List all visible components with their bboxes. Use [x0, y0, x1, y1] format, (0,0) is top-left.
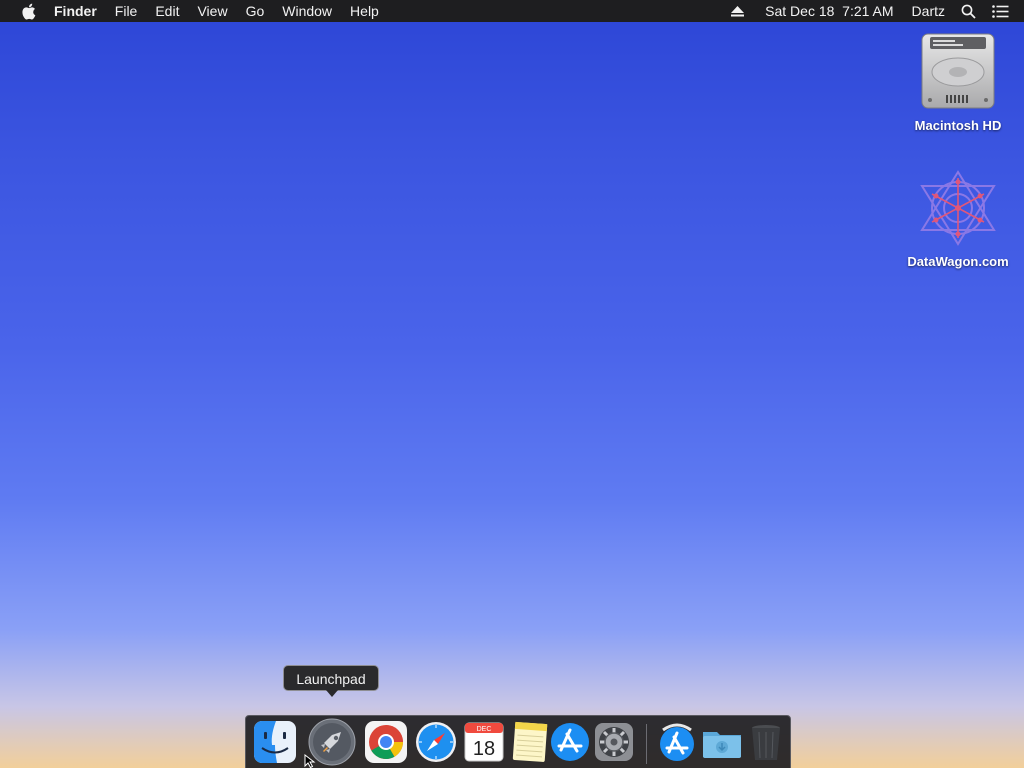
dock-tooltip: Launchpad: [283, 665, 379, 697]
apple-icon[interactable]: [19, 0, 37, 22]
desktop-item-macintosh-hd[interactable]: Macintosh HD: [898, 32, 1018, 133]
eject-icon[interactable]: [730, 0, 744, 22]
dock-item-applications[interactable]: [655, 720, 699, 764]
chrome-icon: [365, 721, 407, 763]
menu-user[interactable]: Dartz: [903, 0, 954, 22]
dock-separator: [646, 724, 647, 764]
applications-folder-icon: [660, 723, 694, 761]
downloads-folder-icon: [703, 732, 741, 758]
trash-icon: [752, 725, 780, 760]
hard-drive-icon: [920, 32, 996, 112]
menu-edit[interactable]: Edit: [146, 0, 188, 22]
calendar-day-text: 18: [473, 738, 495, 760]
notification-list-icon[interactable]: [990, 0, 1010, 22]
calendar-icon: DEC 18: [464, 722, 504, 762]
finder-icon: [254, 721, 296, 763]
menu-help[interactable]: Help: [341, 0, 388, 22]
dock-item-chrome[interactable]: [364, 720, 408, 764]
dock: DEC 18: [245, 715, 791, 768]
dock-item-notes[interactable]: [508, 720, 552, 764]
app-store-icon: [551, 723, 589, 761]
calendar-month-text: DEC: [477, 726, 492, 733]
desktop-item-datawagon[interactable]: DataWagon.com: [898, 168, 1018, 269]
mouse-cursor: [304, 753, 316, 768]
dock-item-system-preferences[interactable]: [592, 720, 636, 764]
safari-icon: [416, 722, 456, 762]
system-preferences-icon: [595, 723, 633, 761]
desktop-item-label: Macintosh HD: [914, 118, 1002, 133]
dock-item-trash[interactable]: [744, 720, 788, 764]
menu-clock[interactable]: Sat Dec 18 7:21 AM: [756, 0, 902, 22]
dock-item-downloads[interactable]: [700, 720, 744, 764]
spotlight-search-icon[interactable]: [958, 0, 978, 22]
dock-item-finder[interactable]: [253, 720, 297, 764]
dock-item-safari[interactable]: [414, 720, 458, 764]
menu-go[interactable]: Go: [237, 0, 274, 22]
desktop-item-label: DataWagon.com: [907, 254, 1009, 269]
app-menu-finder[interactable]: Finder: [54, 0, 106, 22]
notes-icon: [512, 721, 548, 762]
dock-item-app-store[interactable]: [548, 720, 592, 764]
menu-view[interactable]: View: [188, 0, 236, 22]
menu-window[interactable]: Window: [273, 0, 341, 22]
dock-item-calendar[interactable]: DEC 18: [462, 720, 506, 764]
menu-bar: Finder File Edit View Go Window Help Sat…: [0, 0, 1024, 22]
menu-file[interactable]: File: [106, 0, 147, 22]
network-share-icon: [916, 168, 1000, 248]
